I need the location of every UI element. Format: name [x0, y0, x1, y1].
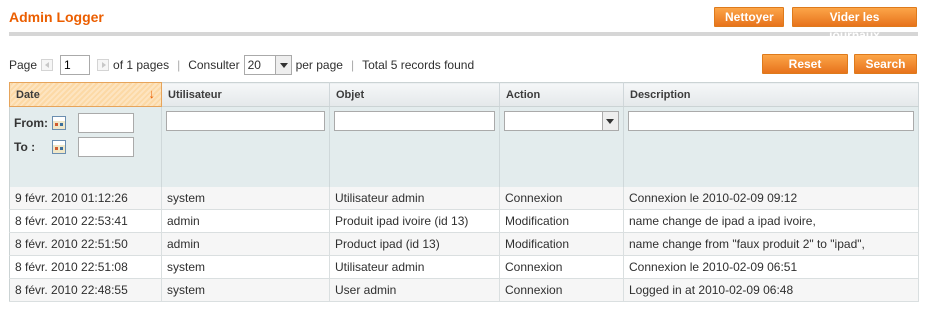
action-filter-select[interactable] [504, 111, 619, 131]
next-page-icon[interactable] [97, 59, 110, 71]
per-page-label: per page [295, 58, 343, 72]
pager-separator: | [177, 58, 181, 72]
column-label: Action [506, 88, 541, 101]
pager: Page of 1 pages | Consulter 20 per page … [9, 54, 474, 76]
search-button[interactable]: Search [854, 54, 917, 74]
table-row[interactable]: 8 févr. 2010 22:51:08 system Utilisateur… [9, 255, 919, 279]
filter-row: From: To : [9, 106, 919, 187]
vider-journaux-button[interactable]: Vider les journaux [792, 7, 917, 42]
total-records: Total 5 records found [362, 58, 475, 72]
column-label: Description [630, 88, 691, 101]
objet-cell: User admin [329, 278, 500, 302]
objet-cell: Utilisateur admin [329, 255, 500, 279]
objet-filter-cell [329, 106, 500, 187]
action-cell: Connexion [499, 186, 624, 210]
description-filter-cell [623, 106, 919, 187]
action-cell: Modification [499, 209, 624, 233]
action-filter-cell [499, 106, 624, 187]
date-from-input[interactable] [78, 113, 134, 133]
title-divider [9, 32, 918, 36]
objet-cell: Utilisateur admin [329, 186, 500, 210]
chevron-down-icon [274, 56, 291, 74]
column-label: Date [16, 88, 40, 101]
description-cell: Logged in at 2010-02-09 06:48 [623, 278, 919, 302]
utilisateur-cell: system [161, 186, 330, 210]
action-cell: Connexion [499, 255, 624, 279]
calendar-icon[interactable] [52, 116, 66, 130]
per-page-select[interactable]: 20 [243, 55, 292, 75]
utilisateur-cell: system [161, 278, 330, 302]
utilisateur-filter-cell [161, 106, 330, 187]
table-row[interactable]: 8 févr. 2010 22:53:41 admin Produit ipad… [9, 209, 919, 233]
date-cell: 8 févr. 2010 22:51:50 [9, 232, 162, 256]
table-row[interactable]: 9 févr. 2010 01:12:26 system Utilisateur… [9, 186, 919, 210]
description-filter-input[interactable] [628, 111, 914, 131]
view-label: Consulter [188, 58, 240, 72]
grid-header-row: Date ↓ Utilisateur Objet Action Descript… [9, 82, 919, 107]
utilisateur-cell: admin [161, 209, 330, 233]
column-header-objet[interactable]: Objet [329, 82, 500, 107]
date-cell: 9 févr. 2010 01:12:26 [9, 186, 162, 210]
date-cell: 8 févr. 2010 22:51:08 [9, 255, 162, 279]
from-label: From: [14, 116, 48, 130]
sort-desc-arrow-icon: ↓ [148, 86, 156, 101]
description-cell: Connexion le 2010-02-09 09:12 [623, 186, 919, 210]
to-label: To : [14, 140, 36, 154]
nettoyer-button[interactable]: Nettoyer [714, 7, 784, 27]
utilisateur-cell: admin [161, 232, 330, 256]
description-cell: name change de ipad a ipad ivoire, [623, 209, 919, 233]
objet-filter-input[interactable] [334, 111, 495, 131]
page-title: Admin Logger [9, 9, 104, 25]
date-to-filter: To : [14, 135, 157, 159]
column-label: Utilisateur [168, 88, 222, 101]
description-cell: Connexion le 2010-02-09 06:51 [623, 255, 919, 279]
chevron-down-icon [602, 112, 618, 130]
log-grid: Date ↓ Utilisateur Objet Action Descript… [9, 82, 919, 302]
per-page-value: 20 [247, 58, 261, 72]
column-header-description[interactable]: Description [623, 82, 919, 107]
of-pages-label: of 1 pages [113, 58, 170, 72]
reset-filter-button[interactable]: Reset Filter [762, 54, 848, 89]
action-cell: Connexion [499, 278, 624, 302]
utilisateur-cell: system [161, 255, 330, 279]
column-header-date[interactable]: Date ↓ [9, 82, 162, 107]
page-label: Page [9, 58, 38, 72]
date-filter-cell: From: To : [9, 106, 162, 187]
date-cell: 8 févr. 2010 22:53:41 [9, 209, 162, 233]
date-cell: 8 févr. 2010 22:48:55 [9, 278, 162, 302]
column-header-utilisateur[interactable]: Utilisateur [161, 82, 330, 107]
description-cell: name change from "faux produit 2" to "ip… [623, 232, 919, 256]
pager-separator: | [350, 58, 355, 72]
date-from-filter: From: [14, 111, 157, 135]
table-row[interactable]: 8 févr. 2010 22:51:50 admin Product ipad… [9, 232, 919, 256]
prev-page-icon[interactable] [41, 59, 54, 71]
objet-cell: Produit ipad ivoire (id 13) [329, 209, 500, 233]
table-row[interactable]: 8 févr. 2010 22:48:55 system User admin … [9, 278, 919, 302]
column-header-action[interactable]: Action [499, 82, 624, 107]
objet-cell: Product ipad (id 13) [329, 232, 500, 256]
date-to-input[interactable] [78, 137, 134, 157]
column-label: Objet [336, 88, 365, 101]
action-cell: Modification [499, 232, 624, 256]
page-number-input[interactable] [60, 55, 91, 75]
calendar-icon[interactable] [52, 140, 66, 154]
utilisateur-filter-input[interactable] [166, 111, 325, 131]
